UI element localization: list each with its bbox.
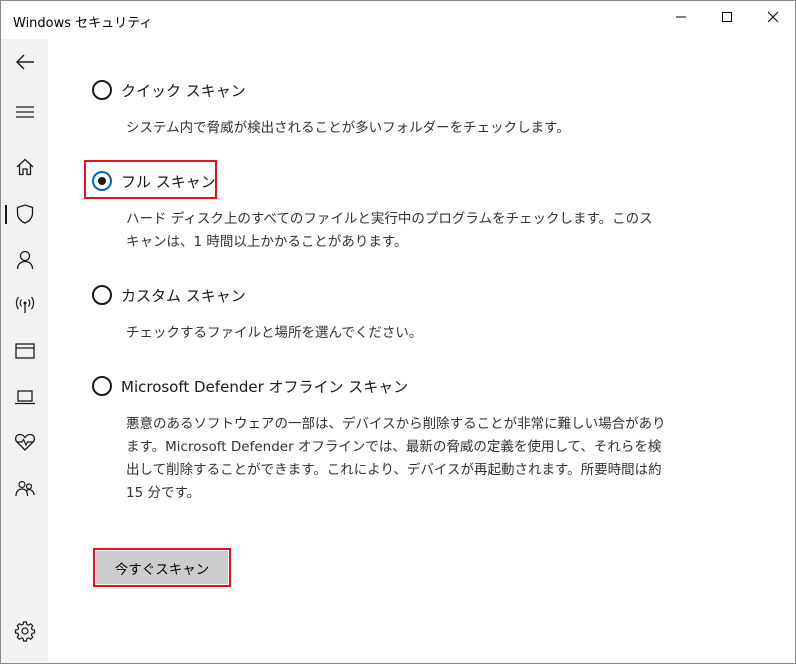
- app-browser-window-icon: [14, 343, 35, 359]
- person-icon: [16, 250, 33, 270]
- family-icon: [14, 480, 35, 497]
- defender-offline-scan-option[interactable]: Microsoft Defender オフライン スキャン: [92, 373, 408, 399]
- navigation-sidebar: [1, 39, 48, 663]
- defender-offline-scan-radio[interactable]: [92, 376, 112, 396]
- quick-scan-label: クイック スキャン: [121, 81, 246, 100]
- menu-button[interactable]: [1, 92, 48, 132]
- title-bar: Windows セキュリティ: [1, 1, 795, 39]
- nav-home[interactable]: [1, 147, 48, 187]
- nav-virus-protection[interactable]: [1, 194, 48, 234]
- back-button[interactable]: [1, 42, 48, 82]
- custom-scan-option[interactable]: カスタム スキャン: [92, 282, 246, 308]
- maximize-icon: [722, 12, 732, 22]
- close-button[interactable]: [750, 1, 796, 33]
- laptop-icon: [14, 390, 35, 405]
- nav-app-browser-control[interactable]: [1, 331, 48, 371]
- full-scan-radio[interactable]: [92, 171, 112, 191]
- nav-family-options[interactable]: [1, 469, 48, 509]
- home-icon: [16, 158, 33, 176]
- custom-scan-description: チェックするファイルと場所を選んでください。: [126, 325, 423, 341]
- minimize-button[interactable]: [658, 1, 704, 33]
- quick-scan-radio[interactable]: [92, 80, 112, 100]
- shield-icon: [16, 204, 33, 224]
- windows-security-window: Windows セキュリティ クイック スキャン システム内で脅威が検出されるこ…: [0, 0, 796, 664]
- custom-scan-label: カスタム スキャン: [121, 286, 246, 305]
- full-scan-label: フル スキャン: [121, 172, 216, 191]
- nav-settings[interactable]: [1, 611, 48, 651]
- nav-device-security[interactable]: [1, 377, 48, 417]
- heart-pulse-icon: [14, 433, 35, 451]
- quick-scan-option[interactable]: クイック スキャン: [92, 77, 246, 103]
- back-arrow-icon: [15, 54, 34, 70]
- scan-now-button[interactable]: 今すぐスキャン: [96, 551, 228, 584]
- wireless-antenna-icon: [15, 296, 34, 313]
- scan-options-panel: クイック スキャン システム内で脅威が検出されることが多いフォルダーをチェックし…: [48, 39, 795, 663]
- full-scan-option[interactable]: フル スキャン: [92, 168, 216, 194]
- custom-scan-radio[interactable]: [92, 285, 112, 305]
- window-title: Windows セキュリティ: [13, 16, 153, 31]
- gear-icon: [14, 621, 35, 642]
- nav-account-protection[interactable]: [1, 240, 48, 280]
- nav-firewall-network[interactable]: [1, 285, 48, 325]
- quick-scan-description: システム内で脅威が検出されることが多いフォルダーをチェックします。: [126, 120, 570, 136]
- nav-device-performance-health[interactable]: [1, 422, 48, 462]
- hamburger-menu-icon: [15, 106, 34, 118]
- maximize-button[interactable]: [704, 1, 750, 33]
- close-icon: [767, 11, 779, 23]
- defender-offline-scan-description: 悪意のあるソフトウェアの一部は、デバイスから削除することが非常に難しい場合があり…: [126, 416, 666, 501]
- minimize-icon: [676, 16, 686, 18]
- defender-offline-scan-label: Microsoft Defender オフライン スキャン: [121, 377, 409, 396]
- active-indicator: [5, 205, 7, 224]
- full-scan-description: ハード ディスク上のすべてのファイルと実行中のプログラムをチェックします。このス…: [126, 211, 653, 250]
